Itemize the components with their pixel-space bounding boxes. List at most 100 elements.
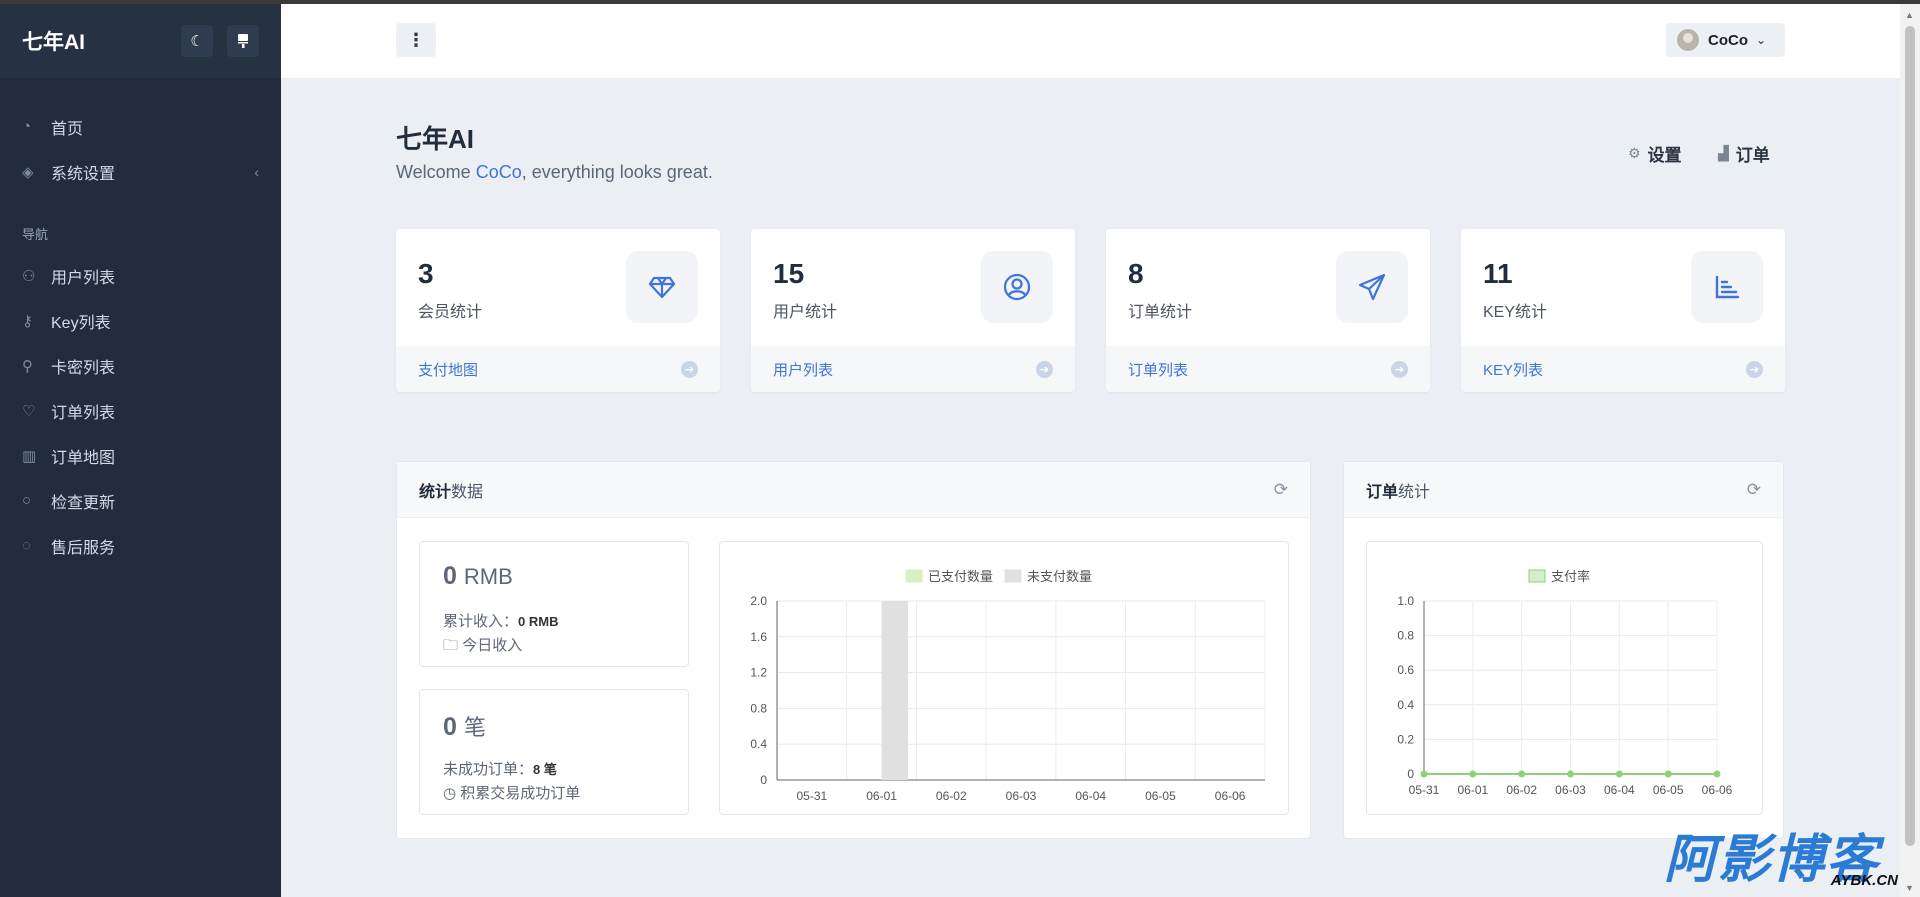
map-icon: ▥: [22, 447, 37, 465]
brand-logo[interactable]: 七年AI: [22, 26, 167, 56]
x-tick-label: 06-01: [1457, 783, 1488, 797]
stat-label: 订单统计: [1128, 304, 1193, 321]
x-tick-label: 06-06: [1215, 789, 1246, 803]
bar-chart-icon: [1691, 251, 1763, 323]
cogs-icon: ⚙: [1628, 145, 1641, 161]
layers-icon: ◈: [22, 163, 34, 181]
refresh-icon[interactable]: ⟳: [1747, 480, 1761, 500]
chat-icon: ◌: [22, 537, 31, 554]
data-point: [1713, 770, 1721, 778]
y-tick-label: 0.8: [1397, 629, 1414, 643]
x-tick-label: 06-05: [1145, 789, 1176, 803]
user-circle-icon: [981, 251, 1053, 323]
moon-icon: ☾: [190, 33, 204, 50]
y-tick-label: 0.2: [1397, 732, 1414, 746]
x-tick-label: 06-03: [1555, 783, 1586, 797]
sidebar-item-orders[interactable]: ♡ 订单列表: [0, 388, 281, 433]
scroll-down-icon[interactable]: ▼: [1905, 883, 1914, 893]
gauge-icon: ◷: [443, 785, 457, 802]
dark-mode-button[interactable]: ☾: [181, 25, 213, 57]
welcome-username[interactable]: CoCo: [476, 162, 522, 182]
stat-footer-link[interactable]: 订单列表 ➔: [1106, 346, 1430, 392]
data-point: [1469, 770, 1477, 778]
users-icon: ⚇: [22, 267, 36, 285]
sidebar-item-check-update[interactable]: ○ 检查更新: [0, 478, 281, 523]
x-tick-label: 06-03: [1006, 789, 1037, 803]
x-tick-label: 06-04: [1075, 789, 1106, 803]
legend-label: 未支付数量: [1027, 569, 1092, 584]
data-point: [1615, 770, 1623, 778]
sidebar-item-home[interactable]: ◔ 首页: [0, 104, 281, 149]
stat-card-orders: 8 订单统计 订单列表 ➔: [1106, 229, 1430, 392]
x-tick-label: 06-02: [1506, 783, 1537, 797]
orders-link[interactable]: ▟ 订单: [1718, 141, 1770, 166]
avatar: [1677, 29, 1699, 51]
stat-label: KEY统计: [1483, 304, 1548, 321]
x-tick-label: 05-31: [797, 789, 828, 803]
panel-header: 订单 统计 ⟳: [1344, 462, 1783, 518]
user-dropdown[interactable]: CoCo ⌄: [1666, 23, 1785, 57]
panel-header: 统计 数据 ⟳: [397, 462, 1310, 518]
x-tick-label: 05-31: [1409, 783, 1440, 797]
refresh-icon: ○: [22, 492, 32, 509]
legend-label: 支付率: [1551, 569, 1590, 584]
stat-value: 3: [418, 258, 434, 289]
window-top-edge: [0, 0, 1920, 4]
sidebar-item-support[interactable]: ◌ 售后服务: [0, 523, 281, 568]
card-icon: ⚲: [22, 357, 33, 375]
x-tick-label: 06-06: [1702, 783, 1733, 797]
y-tick-label: 0.4: [1397, 698, 1414, 712]
stat-card-members: 3 会员统计 支付地图 ➔: [396, 229, 720, 392]
y-tick-label: 0.8: [750, 701, 767, 715]
more-menu-button[interactable]: ⋮: [396, 23, 436, 57]
orders-summary: 0 笔 未成功订单：8 笔 ◷ 积累交易成功订单: [419, 689, 689, 815]
data-point: [1420, 770, 1428, 778]
data-point: [1518, 770, 1526, 778]
stat-footer-link[interactable]: KEY列表 ➔: [1461, 346, 1785, 392]
y-tick-label: 0.4: [750, 737, 767, 751]
sidebar-item-order-map[interactable]: ▥ 订单地图: [0, 433, 281, 478]
chart-icon: ▟: [1718, 145, 1729, 161]
arrow-right-circle-icon: ➔: [681, 360, 698, 378]
stat-footer-link[interactable]: 支付地图 ➔: [396, 346, 720, 392]
bar-chart-svg: 2.0 1.6 1.2 0.8 0.4 0 05-31 06-01 06-02 06-03 06-0…: [750, 569, 1266, 803]
stat-footer-link[interactable]: 用户列表 ➔: [751, 346, 1075, 392]
sidebar-item-keys[interactable]: ⚷ Key列表: [0, 298, 281, 343]
more-vertical-icon: ⋮: [407, 29, 425, 50]
scrollbar-thumb[interactable]: [1905, 26, 1915, 846]
chevron-left-icon: ‹: [254, 163, 259, 180]
arrow-right-circle-icon: ➔: [1036, 360, 1053, 378]
sidebar-section-nav: 导航: [22, 227, 49, 242]
refresh-icon[interactable]: ⟳: [1274, 480, 1288, 500]
arrow-right-circle-icon: ➔: [1746, 360, 1763, 378]
top-header: ⋮ CoCo ⌄: [281, 4, 1900, 78]
y-tick-label: 1.2: [750, 666, 767, 680]
y-tick-label: 2.0: [750, 594, 767, 608]
sidebar-item-users[interactable]: ⚇ 用户列表: [0, 253, 281, 298]
username: CoCo: [1708, 31, 1748, 49]
stat-label: 用户统计: [773, 304, 838, 321]
sidebar-header: 七年AI ☾: [0, 4, 281, 78]
x-tick-label: 06-04: [1604, 783, 1635, 797]
legend-label: 已支付数量: [928, 569, 993, 584]
order-stats-panel: 订单 统计 ⟳ 1.0 0.8 0.6 0.4 0.2 0 05-31 06-01 06-02 06…: [1343, 461, 1784, 839]
theme-button[interactable]: [227, 25, 259, 57]
sidebar: 七年AI ☾ ◔ 首页 ◈ 系统设置 ‹ 导航 ⚇ 用户列表 ⚷ Key列表 ⚲…: [0, 4, 281, 897]
legend-swatch: [905, 569, 923, 583]
y-tick-label: 0.6: [1397, 663, 1414, 677]
settings-link[interactable]: ⚙ 设置: [1628, 141, 1682, 166]
stat-value: 8: [1128, 258, 1144, 289]
folder-icon: 🗀: [443, 637, 459, 654]
stat-label: 会员统计: [418, 304, 483, 321]
page-scrollbar[interactable]: ▲ ▼: [1900, 4, 1920, 897]
scroll-up-icon[interactable]: ▲: [1905, 10, 1914, 20]
paper-plane-icon: [1336, 251, 1408, 323]
stats-data-panel: 统计 数据 ⟳ 0 RMB 累计收入：0 RMB 🗀 今日收入 0 笔 未成功订单…: [396, 461, 1311, 839]
arrow-right-circle-icon: ➔: [1391, 360, 1408, 378]
stat-value: 11: [1483, 258, 1513, 289]
x-tick-label: 06-01: [866, 789, 897, 803]
sidebar-item-system-settings[interactable]: ◈ 系统设置 ‹: [0, 149, 281, 194]
legend-swatch: [1004, 569, 1022, 583]
watermark-logo: 阿影博客 AYBK.CN: [1664, 831, 1898, 889]
sidebar-item-cards[interactable]: ⚲ 卡密列表: [0, 343, 281, 388]
